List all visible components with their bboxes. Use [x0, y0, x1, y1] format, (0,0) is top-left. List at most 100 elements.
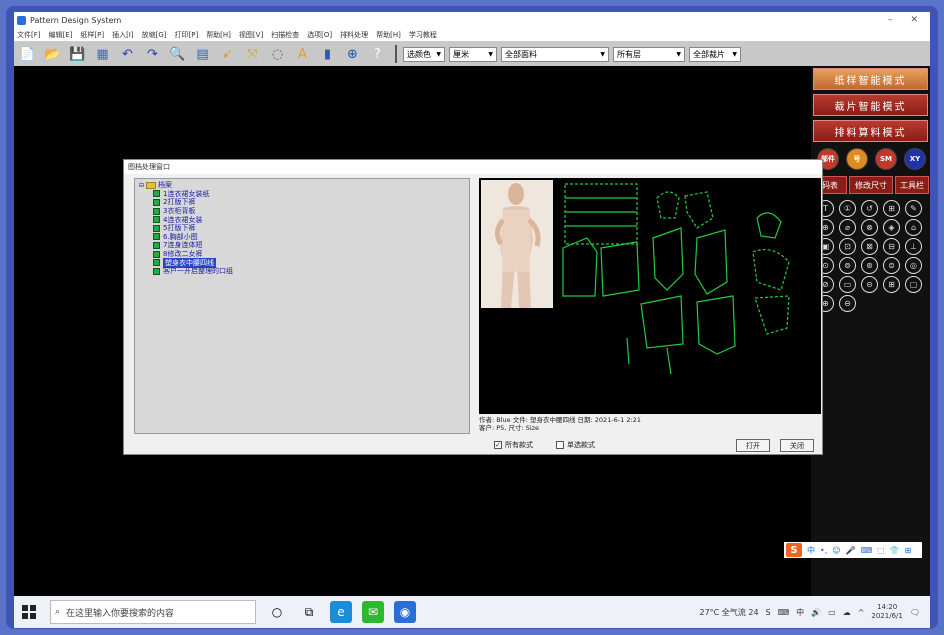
tray-icon[interactable]: ⌨ — [778, 608, 790, 617]
cortana-icon[interactable]: ○ — [266, 601, 288, 623]
toolbar-dropdown[interactable]: 所有层 ▼ — [613, 46, 685, 62]
tool-icon[interactable]: ① — [839, 200, 856, 217]
edge-icon[interactable]: e — [330, 601, 352, 623]
tool-icon[interactable]: ⊟ — [883, 238, 900, 255]
tool-icon[interactable]: ⊥ — [905, 238, 922, 255]
redo-icon[interactable]: ↷ — [143, 45, 162, 64]
cancel-button[interactable]: 关闭 — [780, 439, 814, 452]
ime-button[interactable]: ☺ — [832, 546, 840, 555]
menu-item[interactable]: 选项[O] — [307, 30, 332, 40]
menu-item[interactable]: 文件[F] — [17, 30, 41, 40]
help-icon[interactable]: ? — [368, 45, 387, 64]
tool-icon[interactable]: ⊠ — [861, 238, 878, 255]
tool-icon[interactable]: ▭ — [839, 276, 856, 293]
lasso-icon[interactable]: ◌ — [268, 45, 287, 64]
toolbar-dropdown[interactable]: 厘米 ▼ — [449, 46, 497, 62]
new-icon[interactable]: 📄 — [18, 45, 37, 64]
grade-icon[interactable]: ▤ — [193, 45, 212, 64]
piece-mode-button[interactable]: 裁片智能模式 — [813, 94, 928, 116]
marker-icon[interactable]: ▮ — [318, 45, 337, 64]
tool-icon[interactable]: ⊜ — [883, 257, 900, 274]
taskbar-search[interactable]: ⌕ 在这里输入你要搜索的内容 — [50, 600, 256, 624]
tool-icon[interactable]: ↺ — [861, 200, 878, 217]
menu-item[interactable]: 帮助[H] — [376, 30, 401, 40]
pattern-mode-button[interactable]: 纸样智能模式 — [813, 68, 928, 90]
check-single-style[interactable]: 单选款式 — [556, 438, 595, 452]
mode-circle-button[interactable]: SM — [875, 148, 897, 170]
tool-icon[interactable]: ⊛ — [861, 257, 878, 274]
tool-icon[interactable]: ▢ — [905, 276, 922, 293]
open-icon[interactable]: 📂 — [43, 45, 62, 64]
toolbar-dropdown[interactable]: 全部裁片 ▼ — [689, 46, 741, 62]
tool-icon[interactable]: ⊞ — [883, 200, 900, 217]
clock[interactable]: 14:20 2021/6/1 — [871, 603, 902, 621]
windows-start-icon[interactable] — [22, 605, 36, 619]
select-icon[interactable]: ➹ — [218, 45, 237, 64]
text-icon[interactable]: A — [293, 45, 312, 64]
toolbar-dropdown[interactable]: 选颜色 ▼ — [403, 46, 445, 62]
menu-item[interactable]: 帮助[H] — [206, 30, 231, 40]
menu-item[interactable]: 放缩[G] — [142, 30, 167, 40]
menu-item[interactable]: 视图[V] — [239, 30, 263, 40]
tray-icon[interactable]: ▭ — [828, 608, 836, 617]
tool-icon[interactable]: ⌀ — [839, 219, 856, 236]
mode-circle-button[interactable]: 号 — [846, 148, 868, 170]
tray-icon[interactable]: ☁ — [843, 608, 851, 617]
check-all-styles[interactable]: ✓ 所有款式 — [494, 438, 533, 452]
tool-icon[interactable]: ◈ — [883, 219, 900, 236]
toolbar-dropdown[interactable]: 全部面料 ▼ — [501, 46, 609, 62]
tool-icon[interactable]: ⊚ — [839, 257, 856, 274]
taskview-icon[interactable]: ⧉ — [298, 601, 320, 623]
check-single-label: 单选款式 — [567, 441, 595, 449]
open-button[interactable]: 打开 — [736, 439, 770, 452]
modify-size-tab[interactable]: 修改尺寸 — [849, 176, 893, 194]
menu-item[interactable]: 学习教程 — [409, 30, 437, 40]
tray-icon[interactable]: 中 — [796, 607, 804, 618]
menu-item[interactable]: 编辑[E] — [49, 30, 73, 40]
tool-icon[interactable]: ⊖ — [839, 295, 856, 312]
mode-circle-button[interactable]: XY — [904, 148, 926, 170]
expand-icon[interactable]: ⊟ — [139, 182, 144, 189]
ime-button[interactable]: 👕 — [890, 546, 900, 555]
tool-icon[interactable]: ✎ — [905, 200, 922, 217]
tree-item[interactable]: 客户一开启整理的口组 — [139, 267, 465, 276]
weather-text[interactable]: 27°C 全气流 24 — [700, 607, 759, 618]
file-icon — [153, 207, 160, 215]
point-icon[interactable]: ⊕ — [343, 45, 362, 64]
ime-button[interactable]: 中 — [807, 545, 815, 556]
tray-icon[interactable]: S — [766, 608, 771, 617]
checkbox-checked-icon[interactable]: ✓ — [494, 441, 502, 449]
tool-icon[interactable]: ◎ — [905, 257, 922, 274]
tool-icon[interactable]: ⌂ — [905, 219, 922, 236]
tray-icon[interactable]: 🔊 — [811, 608, 821, 617]
menu-item[interactable]: 打印[P] — [175, 30, 199, 40]
ime-button[interactable]: •, — [820, 546, 827, 555]
move-icon[interactable]: ⤧ — [243, 45, 262, 64]
checkbox-empty-icon[interactable] — [556, 441, 564, 449]
menu-item[interactable]: 排料处理 — [340, 30, 368, 40]
ime-button[interactable]: ⬚ — [877, 546, 885, 555]
tool-icon[interactable]: ⊝ — [861, 276, 878, 293]
marker-mode-button[interactable]: 排料算料模式 — [813, 120, 928, 142]
tool-icon[interactable]: ⊡ — [839, 238, 856, 255]
menu-item[interactable]: 纸样[P] — [80, 30, 104, 40]
ime-button[interactable]: ⊞ — [905, 546, 912, 555]
import-icon[interactable]: ▦ — [93, 45, 112, 64]
pattern-app-icon[interactable]: ◉ — [394, 601, 416, 623]
ime-button[interactable]: 🎤 — [846, 546, 856, 555]
tool-icon[interactable]: ⊗ — [861, 219, 878, 236]
sogou-logo-icon[interactable]: S — [786, 543, 802, 557]
notification-icon[interactable]: 🗨 — [910, 608, 920, 617]
undo-icon[interactable]: ↶ — [118, 45, 137, 64]
tool-icon[interactable]: ⊞ — [883, 276, 900, 293]
zoom-icon[interactable]: 🔍 — [168, 45, 187, 64]
minimize-button[interactable]: – — [888, 15, 893, 25]
menu-item[interactable]: 扫描检查 — [271, 30, 299, 40]
close-button[interactable]: ✕ — [910, 15, 918, 25]
tray-icon[interactable]: ^ — [858, 608, 865, 617]
wechat-icon[interactable]: ✉ — [362, 601, 384, 623]
menu-item[interactable]: 插入[I] — [112, 30, 134, 40]
toolbar-tab[interactable]: 工具栏 — [895, 176, 929, 194]
save-icon[interactable]: 💾 — [68, 45, 87, 64]
ime-button[interactable]: ⌨ — [861, 546, 873, 555]
